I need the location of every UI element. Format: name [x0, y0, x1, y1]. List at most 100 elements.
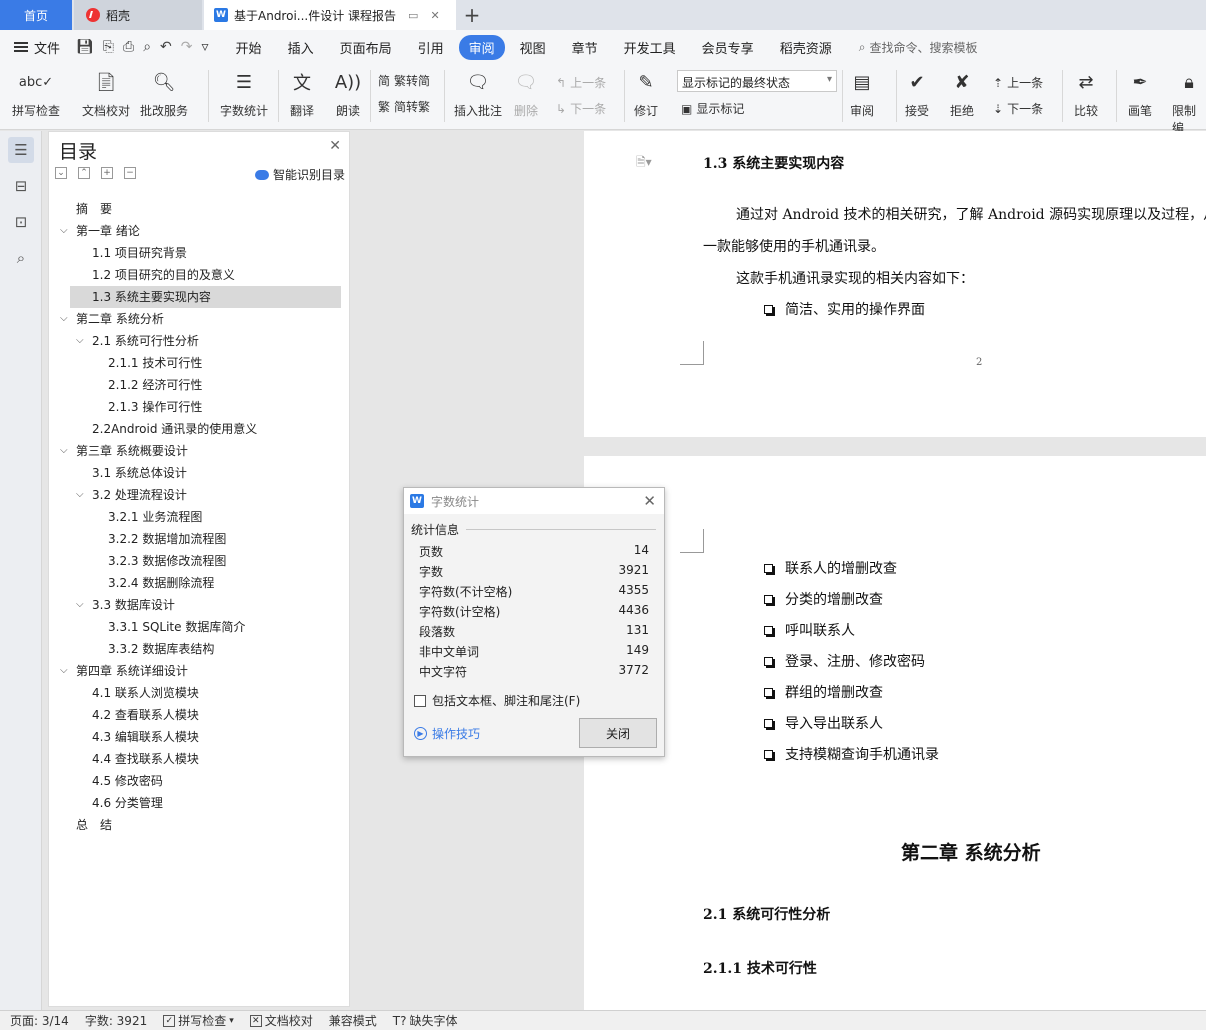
command-search[interactable]: ⌕ 查找命令、搜索模板 — [859, 39, 978, 56]
toc-item[interactable]: 1.2 项目研究的目的及意义 — [49, 264, 349, 286]
toc-item[interactable]: 4.3 编辑联系人模块 — [49, 726, 349, 748]
toc-item[interactable]: 2.1.2 经济可行性 — [49, 374, 349, 396]
chevron-down-icon[interactable]: ⌵ — [60, 220, 68, 242]
toc-item[interactable]: 3.2.3 数据修改流程图 — [49, 550, 349, 572]
print-icon[interactable]: ⎙ — [123, 39, 134, 55]
toc-item[interactable]: ⌵ 第四章 系统详细设计 — [49, 660, 349, 682]
checkbox-box[interactable] — [414, 694, 426, 707]
prev-comment-button[interactable]: ↰ 上一条 — [556, 74, 606, 91]
chevron-down-icon[interactable]: ⌵ — [76, 484, 84, 506]
toc-item[interactable]: 4.1 联系人浏览模块 — [49, 682, 349, 704]
spell-check-button[interactable]: abc✓ 拼写检查 — [12, 68, 60, 119]
next-change-button[interactable]: ⇣ 下一条 — [993, 100, 1043, 117]
delete-comment-button[interactable]: 🗨︎ 删除 — [512, 68, 540, 119]
toc-item[interactable]: ⌵ 2.1 系统可行性分析 — [49, 330, 349, 352]
chevron-down-icon[interactable]: ⌵ — [76, 594, 84, 616]
undo-icon[interactable]: ↶ — [160, 39, 172, 55]
missing-font-status[interactable]: T? 缺失字体 — [393, 1012, 458, 1029]
toc-item[interactable]: 1.3 系统主要实现内容 — [70, 286, 341, 308]
toc-item[interactable]: ⌵ 3.3 数据库设计 — [49, 594, 349, 616]
tips-link[interactable]: ▶ 操作技巧 — [414, 725, 480, 742]
insert-comment-button[interactable]: 🗨︎ 插入批注 — [454, 68, 502, 119]
tab-document[interactable]: W 基于Androi...件设计 课程报告 ▭ ✕ — [204, 0, 456, 30]
page-indicator[interactable]: 页面: 3/14 — [10, 1012, 69, 1029]
window-restore-icon[interactable]: ▭ — [408, 9, 418, 22]
customize-dropdown-icon[interactable]: ▿ — [202, 39, 209, 55]
reject-button[interactable]: ✘ 拒绝 — [948, 68, 976, 119]
menu-developer[interactable]: 开发工具 — [613, 35, 687, 60]
chapter-nav-icon[interactable]: ⊟ — [8, 173, 34, 199]
markup-state-select[interactable]: 显示标记的最终状态 — [677, 70, 837, 92]
spell-check-status[interactable]: ✓ 拼写检查 ▾ — [163, 1012, 234, 1029]
toc-item[interactable]: 2.2Android 通讯录的使用意义 — [49, 418, 349, 440]
dialog-titlebar[interactable]: W 字数统计 — [404, 488, 664, 514]
toc-item[interactable]: 2.1.1 技术可行性 — [49, 352, 349, 374]
search-icon[interactable]: ⌕ — [8, 245, 34, 271]
collapse-all-icon[interactable]: ⌄ — [55, 167, 67, 179]
compare-button[interactable]: ⇄ 比较 — [1072, 68, 1100, 119]
chevron-down-icon[interactable]: ⌵ — [76, 330, 84, 352]
menu-page-layout[interactable]: 页面布局 — [329, 35, 403, 60]
toc-item[interactable]: 3.2.2 数据增加流程图 — [49, 528, 349, 550]
redo-icon[interactable]: ↷ — [181, 39, 193, 55]
file-menu[interactable]: 文件 — [0, 38, 70, 57]
include-textbox-checkbox[interactable]: 包括文本框、脚注和尾注(F) — [414, 692, 580, 709]
doc-check-button[interactable]: 📄︎ 文档校对 — [82, 68, 130, 119]
show-markup-button[interactable]: ▣ 显示标记 — [681, 100, 744, 117]
read-aloud-button[interactable]: A)) 朗读 — [334, 68, 362, 119]
word-count-indicator[interactable]: 字数: 3921 — [85, 1012, 147, 1029]
review-pane-button[interactable]: ▤ 审阅 — [848, 68, 876, 119]
toc-item[interactable]: 4.4 查找联系人模块 — [49, 748, 349, 770]
toc-item[interactable]: 3.2.1 业务流程图 — [49, 506, 349, 528]
menu-daoke-resources[interactable]: 稻壳资源 — [769, 35, 843, 60]
toc-item[interactable]: 3.1 系统总体设计 — [49, 462, 349, 484]
menu-section[interactable]: 章节 — [561, 35, 609, 60]
toc-item[interactable]: ⌵ 3.2 处理流程设计 — [49, 484, 349, 506]
word-count-button[interactable]: ☰ 字数统计 — [220, 68, 268, 119]
chevron-down-icon[interactable]: ⌵ — [60, 308, 68, 330]
expand-icon[interactable]: + — [101, 167, 113, 179]
close-icon[interactable]: ✕ — [329, 138, 341, 154]
toc-item[interactable]: 3.3.2 数据库表结构 — [49, 638, 349, 660]
toc-item[interactable]: 1.1 项目研究背景 — [49, 242, 349, 264]
prev-change-button[interactable]: ⇡ 上一条 — [993, 74, 1043, 91]
toc-item[interactable]: ⌵ 第三章 系统概要设计 — [49, 440, 349, 462]
chevron-down-icon[interactable]: ⌵ — [60, 660, 68, 682]
smart-toc-button[interactable]: 智能识别目录 — [254, 166, 345, 183]
tab-home[interactable]: 首页 — [0, 0, 72, 30]
menu-references[interactable]: 引用 — [407, 35, 455, 60]
menu-member[interactable]: 会员专享 — [691, 35, 765, 60]
toc-item[interactable]: ⌵ 第一章 绪论 — [49, 220, 349, 242]
toc-item[interactable]: 2.1.3 操作可行性 — [49, 396, 349, 418]
collapse-icon[interactable]: − — [124, 167, 136, 179]
toc-item[interactable]: 3.3.1 SQLite 数据库简介 — [49, 616, 349, 638]
menu-home[interactable]: 开始 — [225, 35, 273, 60]
approve-service-button[interactable]: 🔍︎ 批改服务 — [140, 68, 188, 119]
bookmark-icon[interactable]: ⊡ — [8, 209, 34, 235]
menu-review[interactable]: 审阅 — [458, 34, 505, 60]
close-button[interactable]: 关闭 — [579, 718, 657, 748]
doc-check-status[interactable]: ✕ 文档校对 — [249, 1012, 313, 1029]
toc-item[interactable]: 4.6 分类管理 — [49, 792, 349, 814]
toc-item[interactable]: ⌵ 第二章 系统分析 — [49, 308, 349, 330]
new-tab-button[interactable]: + — [458, 0, 486, 30]
next-comment-button[interactable]: ↳ 下一条 — [556, 100, 606, 117]
menu-insert[interactable]: 插入 — [277, 35, 325, 60]
translate-button[interactable]: 文 翻译 — [288, 68, 316, 119]
simp-to-trad-button[interactable]: 繁 简转繁 — [378, 98, 430, 115]
close-icon[interactable]: ✕ — [643, 492, 656, 510]
tab-daoke[interactable]: 稻壳 — [74, 0, 202, 30]
save-icon[interactable]: 💾︎ — [76, 39, 94, 55]
revise-button[interactable]: ✎ 修订 — [632, 68, 660, 119]
expand-up-icon[interactable]: ⌃ — [78, 167, 90, 179]
toc-item[interactable]: 摘 要 — [49, 198, 349, 220]
restrict-edit-button[interactable]: 🔒︎ 限制编 — [1172, 68, 1206, 136]
pen-button[interactable]: ✒ 画笔 — [1126, 68, 1154, 119]
trad-to-simp-button[interactable]: 简 繁转简 — [378, 72, 430, 89]
export-pdf-icon[interactable]: ⎘ — [103, 39, 114, 55]
tab-close-icon[interactable]: ✕ — [430, 9, 439, 22]
toc-item[interactable]: 总 结 — [49, 814, 349, 836]
toc-panel-icon[interactable]: ☰ — [8, 137, 34, 163]
chevron-down-icon[interactable]: ⌵ — [60, 440, 68, 462]
accept-button[interactable]: ✔ 接受 — [903, 68, 931, 119]
